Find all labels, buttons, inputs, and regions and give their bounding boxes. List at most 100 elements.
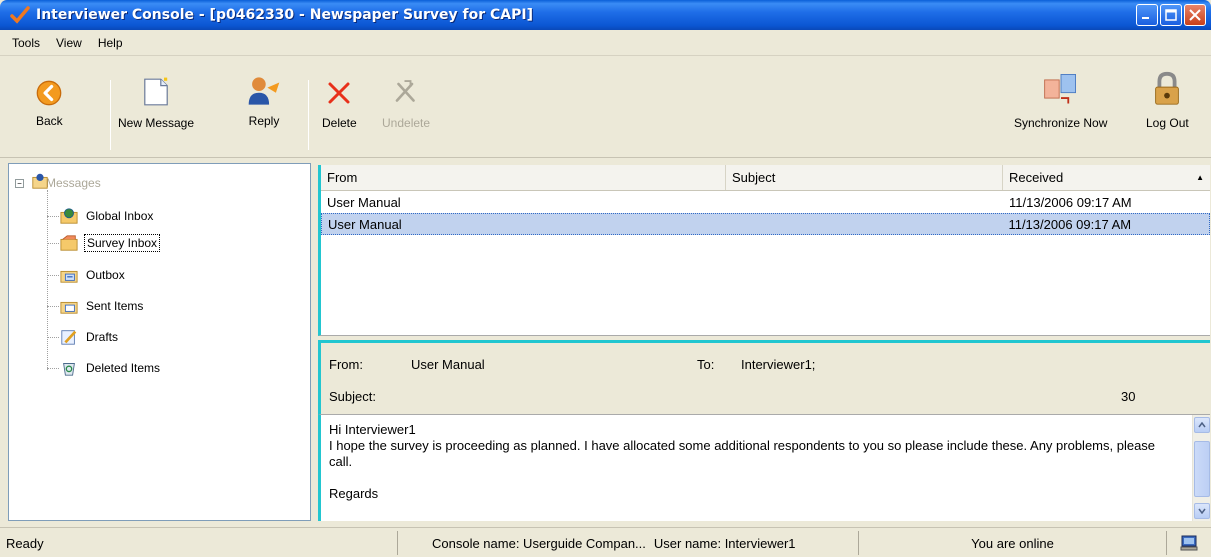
undelete-button[interactable]: Undelete [382, 62, 430, 130]
collapse-icon[interactable]: − [15, 178, 24, 188]
tree-root-label: Messages [46, 176, 101, 190]
body-line [329, 470, 1174, 486]
toolbar-separator [308, 80, 309, 150]
window-title: Interviewer Console - [p0462330 - Newspa… [36, 7, 534, 23]
console-name: Console name: Userguide Compan... [432, 535, 646, 551]
message-body[interactable]: Hi Interviewer1 I hope the survey is pro… [318, 414, 1210, 521]
delete-button[interactable]: Delete [322, 62, 357, 130]
tree-root-messages[interactable]: − Messages [15, 173, 101, 190]
user-name: User name: Interviewer1 [653, 535, 796, 551]
message-preview-header: From: User Manual To: Interviewer1; Subj… [318, 340, 1210, 414]
title-bar[interactable]: Interviewer Console - [p0462330 - Newspa… [0, 0, 1211, 30]
logout-label: Log Out [1146, 116, 1189, 130]
menu-tools[interactable]: Tools [4, 36, 48, 50]
chevron-down-icon [1198, 508, 1206, 514]
drafts-icon [61, 330, 77, 345]
column-header-received[interactable]: Received ▲ [1003, 165, 1210, 190]
toolbar: Back New Message Reply Delete Undelete S… [0, 56, 1211, 158]
message-body-text: Hi Interviewer1 I hope the survey is pro… [329, 422, 1174, 502]
message-received: 11/13/2006 09:17 AM [1009, 194, 1132, 210]
synchronize-button[interactable]: Synchronize Now [1014, 62, 1107, 130]
message-from: User Manual [327, 194, 401, 210]
minimize-icon [1142, 17, 1149, 19]
to-value: Interviewer1; [741, 357, 816, 372]
undelete-label: Undelete [382, 116, 431, 130]
toolbar-separator [110, 80, 111, 150]
sent-items-icon [60, 301, 78, 314]
body-line: I hope the survey is proceeding as plann… [329, 438, 1156, 469]
tree-item-label: Survey Inbox [84, 234, 161, 252]
message-from: User Manual [328, 216, 402, 232]
subject-label: Subject: [329, 389, 376, 404]
message-number: 30 [1121, 389, 1136, 404]
status-console-user: Console name: Userguide Compan... User n… [397, 531, 857, 555]
status-bar: Ready Console name: Userguide Compan... … [0, 527, 1211, 557]
message-row-selected[interactable]: User Manual 11/13/2006 09:17 AM [321, 213, 1210, 235]
recycle-bin-icon [63, 363, 75, 376]
new-message-label: New Message [118, 116, 195, 130]
minimize-button[interactable] [1136, 4, 1158, 26]
messages-folder-icon [32, 173, 48, 189]
tree-item-drafts[interactable]: Drafts [60, 326, 120, 348]
message-row[interactable]: User Manual 11/13/2006 09:17 AM [321, 191, 1210, 213]
reply-label: Reply [248, 114, 280, 128]
body-line: Regards [329, 486, 379, 501]
list-header: From Subject Received ▲ [321, 165, 1210, 191]
new-message-button[interactable]: New Message [118, 62, 194, 130]
logout-button[interactable]: Log Out [1146, 62, 1189, 130]
tree-item-survey-inbox[interactable]: Survey Inbox [60, 232, 161, 254]
tree-item-global-inbox[interactable]: Global Inbox [60, 205, 155, 227]
tree-guide-line [47, 190, 48, 370]
close-button[interactable] [1184, 4, 1206, 26]
tree-item-label: Global Inbox [86, 209, 154, 223]
body-line: Hi Interviewer1 [329, 422, 416, 437]
chevron-up-icon [1198, 422, 1206, 428]
computer-icon [1180, 535, 1198, 551]
back-label: Back [36, 114, 63, 128]
reply-button[interactable]: Reply [245, 62, 283, 128]
lock-icon [1155, 71, 1180, 105]
globe-folder-icon [60, 208, 78, 224]
outbox-icon [60, 270, 78, 283]
to-label: To: [697, 357, 715, 372]
column-header-from[interactable]: From [321, 165, 726, 190]
tree-item-label: Sent Items [86, 299, 144, 313]
tree-item-outbox[interactable]: Outbox [60, 264, 127, 286]
status-computer [1166, 531, 1211, 555]
tree-item-label: Drafts [86, 330, 119, 344]
maximize-button[interactable] [1160, 4, 1182, 26]
tree-item-sent-items[interactable]: Sent Items [60, 295, 145, 317]
survey-folder-icon [60, 235, 78, 251]
column-header-subject[interactable]: Subject [726, 165, 1003, 190]
checkmark-icon [10, 6, 30, 24]
body-scrollbar[interactable] [1192, 415, 1210, 521]
from-label: From: [329, 357, 363, 372]
new-document-icon [144, 77, 168, 106]
status-ready: Ready [6, 535, 44, 551]
sort-ascending-icon: ▲ [1196, 173, 1204, 182]
tree-item-label: Deleted Items [86, 361, 161, 375]
menu-view[interactable]: View [48, 36, 90, 50]
message-list: From Subject Received ▲ User Manual 11/1… [318, 165, 1210, 336]
delete-label: Delete [322, 116, 357, 130]
scroll-down-button[interactable] [1194, 503, 1210, 519]
synchronize-label: Synchronize Now [1014, 116, 1108, 130]
back-arrow-icon [36, 80, 62, 106]
menu-help[interactable]: Help [90, 36, 131, 50]
synchronize-computers-icon [1043, 73, 1076, 104]
close-icon [1189, 9, 1201, 21]
tree-item-deleted-items[interactable]: Deleted Items [60, 357, 162, 379]
undelete-icon [395, 80, 415, 102]
folder-tree: − Messages Global Inbox Survey Inbox Out… [8, 163, 311, 521]
reply-person-icon [248, 77, 280, 105]
maximize-icon [1165, 9, 1177, 21]
menu-bar: Tools View Help [0, 30, 1211, 56]
status-online: You are online [858, 531, 1166, 555]
from-value: User Manual [411, 357, 485, 372]
message-received: 11/13/2006 09:17 AM [1008, 216, 1132, 232]
scroll-thumb[interactable] [1194, 441, 1210, 497]
tree-item-label: Outbox [86, 268, 125, 282]
back-button[interactable]: Back [36, 62, 63, 128]
delete-x-icon [328, 82, 350, 104]
scroll-up-button[interactable] [1194, 417, 1210, 433]
